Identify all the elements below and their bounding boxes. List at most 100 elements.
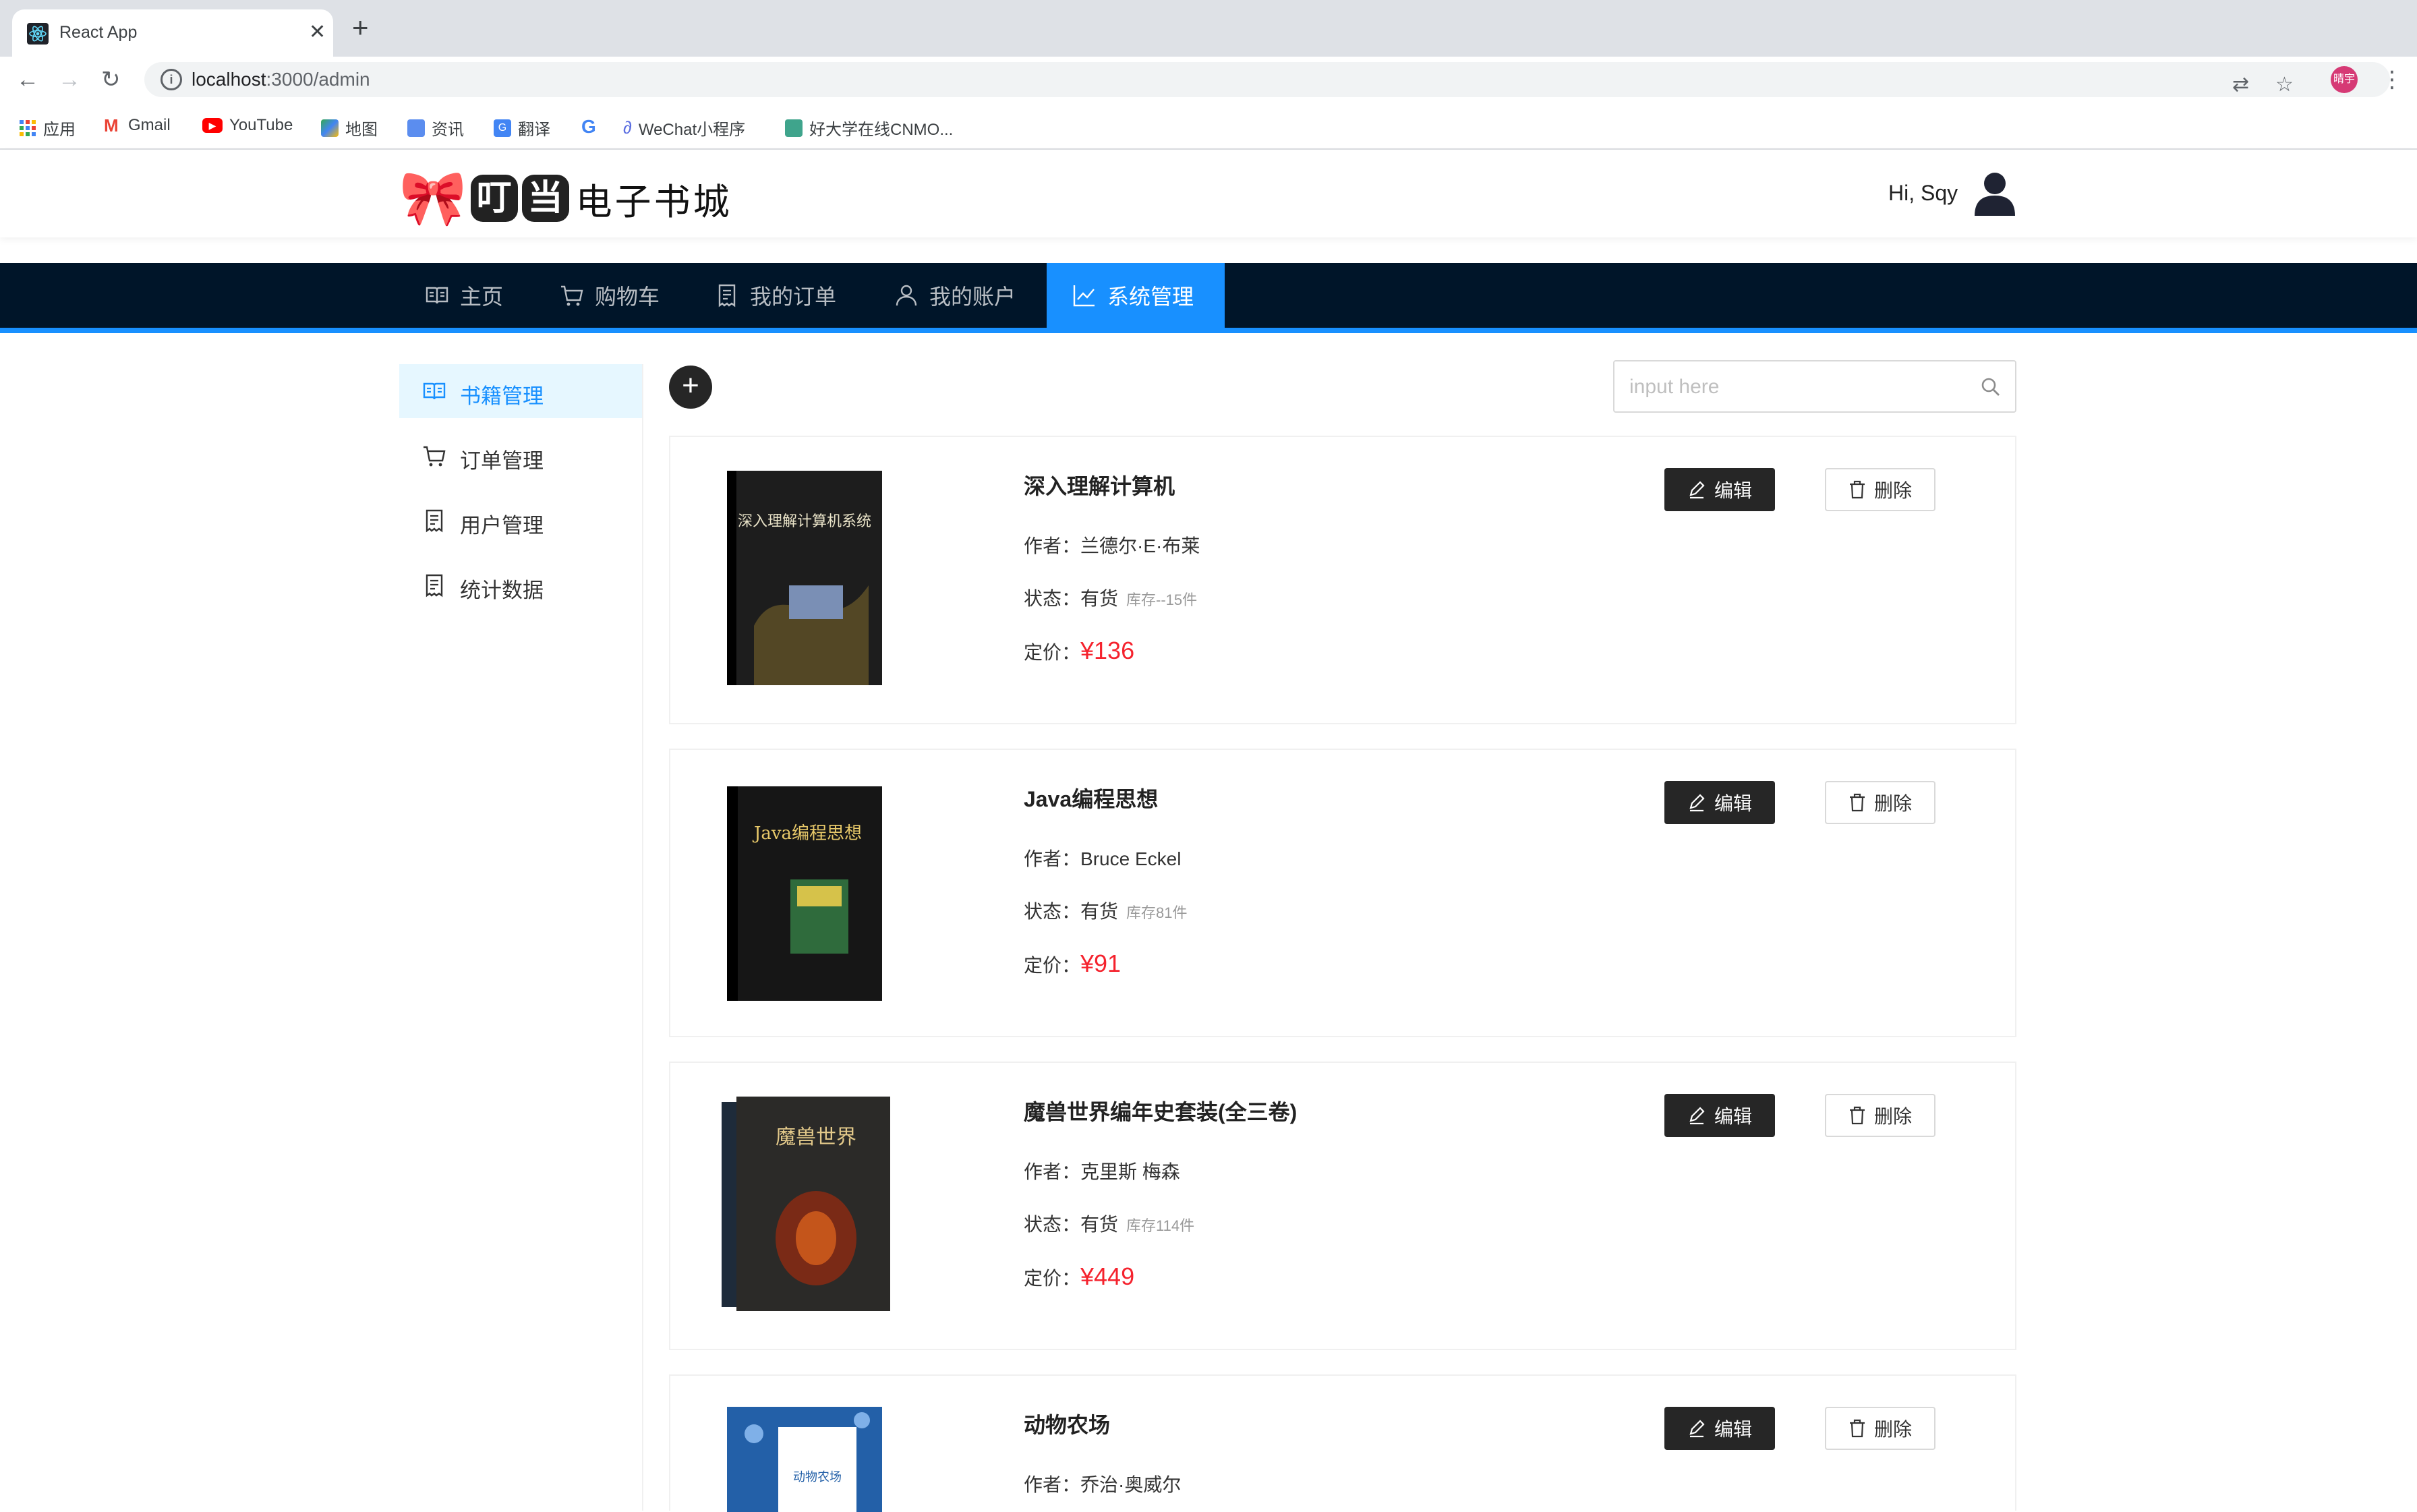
sidebar-label: 统计数据 (460, 579, 544, 602)
nav-label: 主页 (460, 285, 504, 309)
browser-tab[interactable]: React App ✕ (12, 9, 333, 57)
price-label: 定价： (1024, 955, 1081, 976)
author-label: 作者： (1024, 535, 1081, 556)
bookmark-star-icon[interactable]: ☆ (2275, 73, 2294, 96)
nav-account[interactable]: 我的账户 (894, 263, 1016, 328)
book-title[interactable]: 魔兽世界编年史套装(全三卷) (1024, 1095, 1297, 1126)
user-avatar-icon[interactable] (1973, 170, 2016, 217)
bookmark-label: 资讯 (432, 121, 464, 139)
nav-system-admin[interactable]: 系统管理 (1047, 263, 1225, 328)
bell-logo-icon: 🎀 (399, 168, 467, 228)
bookmark-maps[interactable]: 地图 (321, 116, 378, 140)
svg-text:深入理解计算机系统: 深入理解计算机系统 (738, 513, 871, 530)
book-title[interactable]: 动物农场 (1024, 1408, 1110, 1439)
delete-label: 删除 (1873, 1419, 1912, 1440)
nav-label: 我的订单 (750, 285, 837, 309)
delete-label: 删除 (1873, 1106, 1912, 1127)
bookmark-label: 好大学在线CNMO... (809, 121, 954, 139)
close-tab-icon[interactable]: ✕ (309, 20, 326, 44)
nav-orders[interactable]: 我的订单 (715, 263, 836, 328)
translate-icon[interactable]: ⇄ (2232, 73, 2249, 96)
browser-tabstrip: React App ✕ + (0, 0, 2417, 57)
delete-button[interactable]: 删除 (1825, 1094, 1935, 1137)
bookmark-translate[interactable]: G 翻译 (494, 116, 550, 140)
bookmark-wechat-miniprogram[interactable]: ∂ WeChat小程序 (623, 116, 745, 140)
book-cover-image[interactable]: 动物农场 (727, 1407, 882, 1512)
sidebar-label: 书籍管理 (460, 384, 544, 408)
forward-icon[interactable]: → (58, 65, 81, 94)
nav-home[interactable]: 主页 (418, 263, 510, 328)
author-label: 作者： (1024, 1161, 1081, 1182)
book-stock: 库存81件 (1126, 904, 1188, 921)
sidebar-label: 订单管理 (460, 449, 544, 473)
book-icon (423, 382, 446, 400)
news-icon (407, 119, 425, 137)
edit-icon (1689, 1420, 1705, 1438)
edit-button[interactable]: 编辑 (1664, 1407, 1775, 1450)
sidebar-item-books[interactable]: 书籍管理 (399, 364, 642, 418)
sidebar-item-orders[interactable]: 订单管理 (399, 429, 642, 483)
book-card: Java编程思想 Java编程思想 作者：Bruce Eckel 状态：有货 库存… (669, 749, 2016, 1037)
url-text: localhost:3000/admin (192, 69, 370, 90)
delete-label: 删除 (1873, 480, 1912, 501)
profile-avatar[interactable]: 晴宇 (2331, 66, 2358, 93)
nav-label: 系统管理 (1107, 285, 1194, 309)
edit-button[interactable]: 编辑 (1664, 1094, 1775, 1137)
book-price: ¥449 (1080, 1262, 1135, 1290)
book-cover-image[interactable]: Java编程思想 (727, 786, 882, 1001)
file-icon (426, 509, 443, 533)
book-status: 有货 (1080, 901, 1119, 922)
book-cover-image[interactable]: 深入理解计算机系统 (727, 471, 882, 685)
delete-button[interactable]: 删除 (1825, 468, 1935, 511)
sidebar-label: 用户管理 (460, 514, 544, 537)
search-input[interactable] (1628, 371, 1968, 403)
bookmark-google[interactable]: G (581, 116, 596, 138)
browser-toolbar: ← → ↻ i localhost:3000/admin ⇄ ☆ (0, 57, 2417, 103)
site-info-icon[interactable]: i (161, 69, 182, 90)
bookmark-cnmooc[interactable]: 好大学在线CNMO... (785, 116, 953, 140)
add-book-button[interactable]: + (669, 366, 712, 409)
sidebar-item-statistics[interactable]: 统计数据 (399, 558, 642, 612)
book-price-row: 定价：¥136 (1024, 637, 1134, 665)
nav-cart[interactable]: 购物车 (560, 263, 660, 328)
book-title[interactable]: Java编程思想 (1024, 782, 1158, 813)
reload-icon[interactable]: ↻ (101, 65, 121, 94)
cart-icon (561, 285, 583, 306)
book-cover-image[interactable]: 魔兽世界 (722, 1097, 890, 1311)
cart-icon (424, 446, 446, 467)
new-tab-button[interactable]: + (352, 13, 369, 42)
edit-icon (1689, 794, 1705, 812)
bookmark-label: 翻译 (518, 121, 550, 139)
logo-char: 叮 (470, 175, 518, 222)
bookmark-news[interactable]: 资讯 (407, 116, 464, 140)
bookmark-label: YouTube (229, 116, 293, 134)
svg-text:魔兽世界: 魔兽世界 (776, 1126, 856, 1149)
address-bar[interactable]: i localhost:3000/admin ⇄ ☆ (144, 62, 2390, 97)
delete-label: 删除 (1873, 793, 1912, 814)
search-icon[interactable] (1979, 375, 2003, 399)
apps-grid-icon (20, 119, 36, 136)
book-icon (426, 287, 448, 304)
edit-button[interactable]: 编辑 (1664, 781, 1775, 824)
main-nav: 主页 购物车 我的订单 我的账户 系统管理 (0, 263, 2417, 328)
book-price: ¥136 (1080, 637, 1135, 664)
book-title[interactable]: 深入理解计算机 (1024, 469, 1175, 500)
bookmark-apps[interactable]: 应用 (19, 116, 76, 140)
sidebar-item-users[interactable]: 用户管理 (399, 494, 642, 548)
book-author: 乔治·奥威尔 (1080, 1474, 1182, 1495)
browser-menu-icon[interactable]: ⋮ (2381, 66, 2404, 93)
book-status: 有货 (1080, 1214, 1119, 1235)
edit-button[interactable]: 编辑 (1664, 468, 1775, 511)
site-logo[interactable]: 🎀 叮 当 电子书城 (399, 165, 732, 232)
book-card: 动物农场 动物农场 作者：乔治·奥威尔 编辑 删除 (669, 1374, 2016, 1512)
bookmark-youtube[interactable]: ▶ YouTube (202, 116, 293, 135)
nav-label: 购物车 (595, 285, 660, 309)
edit-label: 编辑 (1714, 480, 1752, 501)
bookmark-gmail[interactable]: M Gmail (104, 116, 171, 135)
delete-button[interactable]: 删除 (1825, 781, 1935, 824)
back-icon[interactable]: ← (16, 65, 39, 94)
delete-button[interactable]: 删除 (1825, 1407, 1935, 1450)
cnmooc-icon (785, 119, 803, 137)
bookmarks-bar: 应用 M Gmail ▶ YouTube 地图 资讯 G 翻译 G ∂ WeCh… (0, 103, 2417, 150)
trash-icon (1849, 1419, 1865, 1438)
